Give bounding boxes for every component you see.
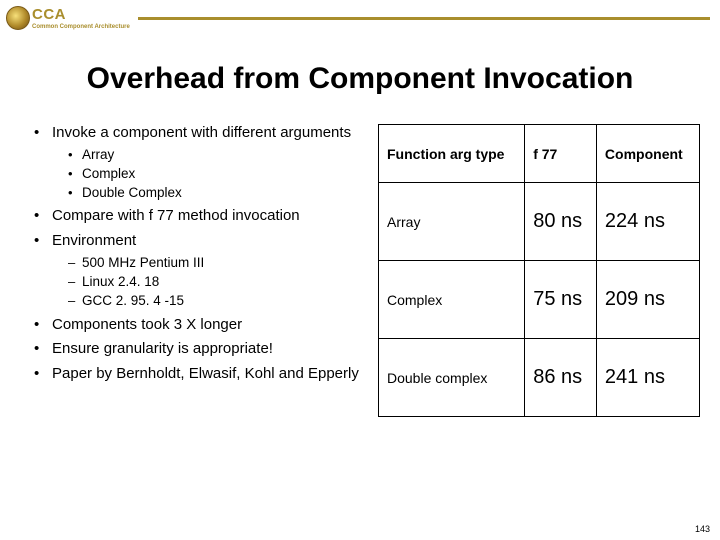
page-number: 143 <box>695 524 710 534</box>
bullet-item: Paper by Bernholdt, Elwasif, Kohl and Ep… <box>34 365 364 384</box>
header-rule <box>138 17 710 20</box>
row-label: Complex <box>379 261 525 339</box>
cell-component: 209 ns <box>596 261 699 339</box>
overhead-table: Function arg type f 77 Component Array 8… <box>378 124 700 417</box>
cell-f77: 86 ns <box>525 339 597 417</box>
bullet-text: Environment <box>52 232 136 249</box>
slide-body: Invoke a component with different argume… <box>0 124 720 417</box>
sub-bullet-item: GCC 2. 95. 4 -15 <box>68 293 364 310</box>
sub-bullet-item: Complex <box>68 166 364 183</box>
row-label: Array <box>379 183 525 261</box>
brand-text: CCA Common Component Architecture <box>32 7 130 30</box>
bullet-item: Environment 500 MHz Pentium III Linux 2.… <box>34 232 364 309</box>
bullet-item: Invoke a component with different argume… <box>34 124 364 201</box>
bullet-item: Compare with f 77 method invocation <box>34 207 364 226</box>
table-row: Double complex 86 ns 241 ns <box>379 339 700 417</box>
sub-bullet-item: 500 MHz Pentium III <box>68 255 364 272</box>
sub-bullet-item: Double Complex <box>68 185 364 202</box>
bullet-text: Compare with f 77 method invocation <box>52 207 300 224</box>
logo-icon <box>6 6 30 30</box>
col-header: Component <box>596 125 699 183</box>
slide-title: Overhead from Component Invocation <box>0 62 720 96</box>
slide-header: CCA Common Component Architecture <box>0 0 720 36</box>
col-header: Function arg type <box>379 125 525 183</box>
table-column: Function arg type f 77 Component Array 8… <box>364 124 700 417</box>
row-label: Double complex <box>379 339 525 417</box>
cell-f77: 75 ns <box>525 261 597 339</box>
bullet-text: Invoke a component with different argume… <box>52 124 351 141</box>
table-row: Array 80 ns 224 ns <box>379 183 700 261</box>
cell-f77: 80 ns <box>525 183 597 261</box>
cell-component: 241 ns <box>596 339 699 417</box>
sub-bullet-item: Array <box>68 147 364 164</box>
table-row: Complex 75 ns 209 ns <box>379 261 700 339</box>
bullet-item: Ensure granularity is appropriate! <box>34 340 364 359</box>
table-header-row: Function arg type f 77 Component <box>379 125 700 183</box>
bullet-column: Invoke a component with different argume… <box>34 124 364 417</box>
col-header: f 77 <box>525 125 597 183</box>
brand-acronym: CCA <box>32 6 66 23</box>
sub-bullet-item: Linux 2.4. 18 <box>68 274 364 291</box>
brand-full: Common Component Architecture <box>32 24 130 30</box>
bullet-item: Components took 3 X longer <box>34 316 364 335</box>
cell-component: 224 ns <box>596 183 699 261</box>
